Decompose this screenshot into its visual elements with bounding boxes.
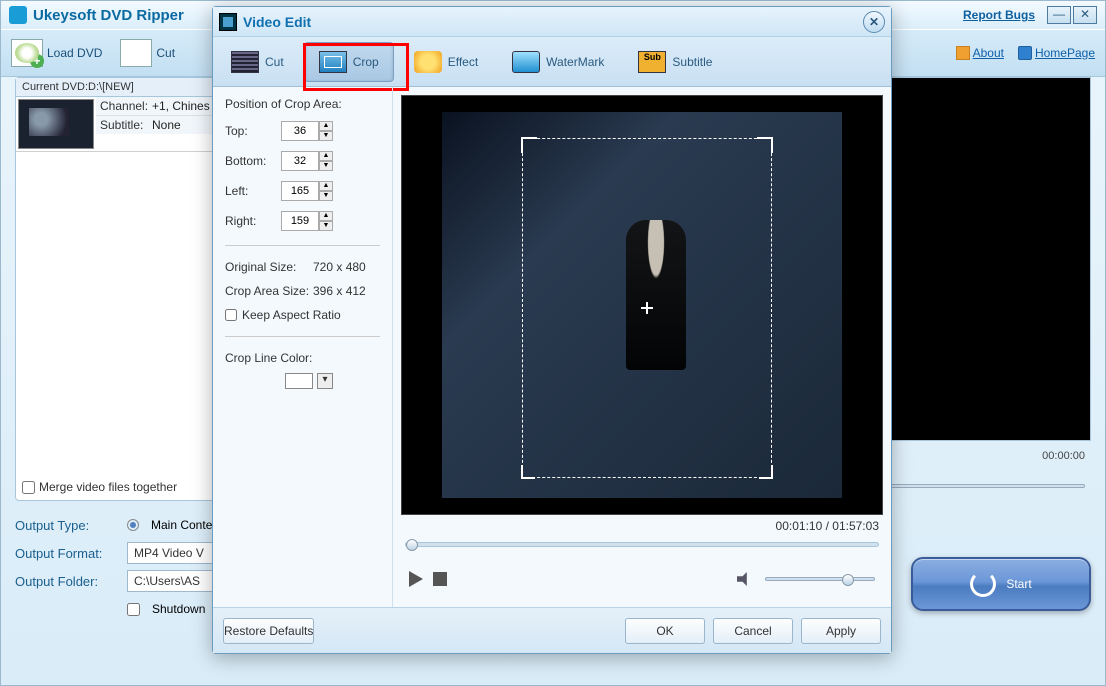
crop-selection-rect[interactable] [522,138,772,478]
preview-time-readout: 00:01:10 / 01:57:03 [401,515,883,537]
cut-tab-icon [231,51,259,73]
channel-value: +1, Chines [152,99,210,113]
app-logo-icon [9,6,27,24]
start-spinner-icon [970,571,996,597]
left-input[interactable] [281,181,319,201]
crop-settings-panel: Position of Crop Area: Top: ▲▼ Bottom: ▲… [213,87,393,607]
position-title: Position of Crop Area: [225,97,380,111]
dialog-title: Video Edit [243,14,311,30]
crop-area-value: 396 x 412 [313,284,366,298]
tab-watermark[interactable]: WaterMark [498,42,618,82]
tab-subtitle[interactable]: SubSubtitle [624,42,726,82]
output-type-value: Main Conte [151,518,212,532]
merge-checkbox-input[interactable] [22,481,35,494]
homepage-link[interactable]: HomePage [1018,46,1095,60]
right-down[interactable]: ▼ [319,221,333,231]
home-icon [1018,46,1032,60]
report-bugs-link[interactable]: Report Bugs [963,8,1035,22]
crop-center-icon [641,302,653,314]
crop-tab-icon [319,51,347,73]
keep-aspect-label: Keep Aspect Ratio [242,308,341,322]
shutdown-checkbox[interactable] [127,603,140,616]
crop-preview-panel: 00:01:10 / 01:57:03 [393,87,891,607]
about-icon [956,46,970,60]
stop-button[interactable] [433,572,447,586]
crop-preview-video[interactable] [401,95,883,515]
left-up[interactable]: ▲ [319,181,333,191]
top-input[interactable] [281,121,319,141]
app-title: Ukeysoft DVD Ripper [33,7,184,24]
load-dvd-button[interactable]: Load DVD [11,39,102,67]
bottom-label: Bottom: [225,154,281,168]
subtitle-value: None [152,118,181,132]
about-link[interactable]: About [956,46,1004,60]
original-size-label: Original Size: [225,260,313,274]
tab-crop[interactable]: Crop [304,42,394,82]
right-input[interactable] [281,211,319,231]
film-cut-icon [120,39,152,67]
top-up[interactable]: ▲ [319,121,333,131]
bottom-down[interactable]: ▼ [319,161,333,171]
left-label: Left: [225,184,281,198]
cut-label: Cut [156,46,175,60]
bottom-up[interactable]: ▲ [319,151,333,161]
crop-area-label: Crop Area Size: [225,284,313,298]
minimize-button[interactable]: — [1047,6,1071,24]
effect-tab-icon [414,51,442,73]
cut-button[interactable]: Cut [120,39,175,67]
crop-color-swatch [285,373,313,389]
seek-bar[interactable] [401,537,883,551]
top-label: Top: [225,124,281,138]
subtitle-tab-icon: Sub [638,51,666,73]
load-dvd-label: Load DVD [47,46,102,60]
preview-volume-icon[interactable] [737,572,751,586]
play-button[interactable] [409,571,423,587]
keep-aspect-checkbox[interactable] [225,309,237,321]
merge-checkbox[interactable]: Merge video files together [22,480,177,494]
restore-defaults-button[interactable]: Restore Defaults [223,618,314,644]
output-type-radio[interactable] [127,519,139,531]
shutdown-label: Shutdown [152,602,205,616]
tab-cut[interactable]: Cut [217,42,298,82]
subtitle-label: Subtitle: [100,118,152,132]
preview-volume-slider[interactable] [765,577,875,581]
top-down[interactable]: ▼ [319,131,333,141]
video-edit-dialog: Video Edit ✕ Cut Crop Effect WaterMark S… [212,6,892,654]
crop-color-label: Crop Line Color: [225,351,380,365]
watermark-tab-icon [512,51,540,73]
output-format-label: Output Format: [15,546,115,561]
crop-color-dropdown[interactable]: ▾ [317,373,333,389]
output-type-label: Output Type: [15,518,115,533]
tab-effect[interactable]: Effect [400,42,492,82]
apply-button[interactable]: Apply [801,618,881,644]
dialog-footer: Restore Defaults OK Cancel Apply [213,607,891,653]
dvd-thumbnail [18,99,94,149]
main-preview-time: 00:00:00 [1042,450,1085,462]
left-down[interactable]: ▼ [319,191,333,201]
bottom-input[interactable] [281,151,319,171]
ok-button[interactable]: OK [625,618,705,644]
channel-label: Channel: [100,99,152,113]
output-folder-label: Output Folder: [15,574,115,589]
cancel-button[interactable]: Cancel [713,618,793,644]
dialog-close-button[interactable]: ✕ [863,11,885,33]
right-label: Right: [225,214,281,228]
dialog-titlebar: Video Edit ✕ [213,7,891,37]
video-edit-icon [219,13,237,31]
original-size-value: 720 x 480 [313,260,366,274]
start-button[interactable]: Start [911,557,1091,611]
dvd-plus-icon [11,39,43,67]
close-button[interactable]: ✕ [1073,6,1097,24]
right-up[interactable]: ▲ [319,211,333,221]
dialog-tabs: Cut Crop Effect WaterMark SubSubtitle [213,37,891,87]
